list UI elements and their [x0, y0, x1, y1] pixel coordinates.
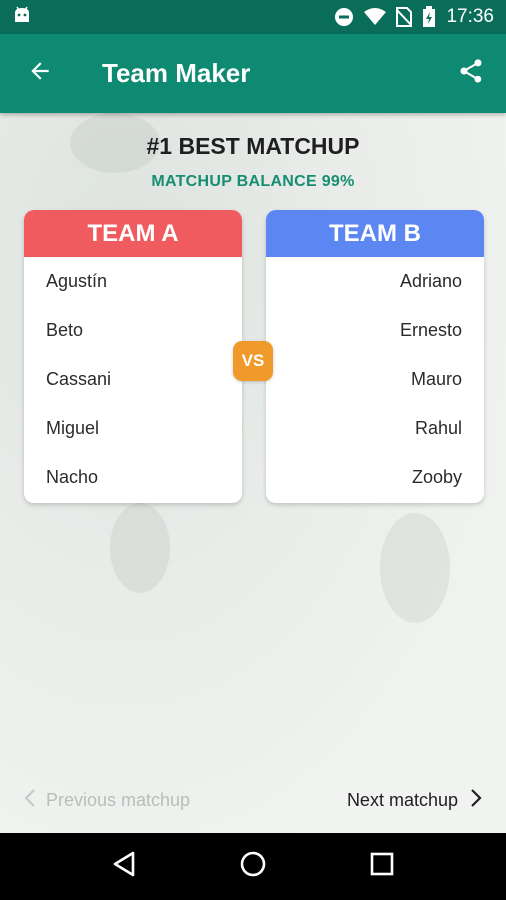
- matchup-navigation: Previous matchup Next matchup: [0, 775, 506, 825]
- nav-home-icon: [239, 850, 267, 883]
- share-icon: [457, 57, 485, 90]
- status-time: 17:36: [446, 6, 494, 27]
- chevron-right-icon: [470, 788, 482, 812]
- team-b-card: TEAM B Adriano Ernesto Mauro Rahul Zooby: [266, 210, 484, 503]
- team-a-player: Cassani: [46, 369, 112, 389]
- team-a-player: Agustín: [46, 271, 108, 291]
- previous-matchup-label: Previous matchup: [46, 789, 191, 810]
- no-sim-icon: [396, 7, 413, 27]
- team-b-header: TEAM B: [266, 210, 484, 257]
- share-button[interactable]: [436, 34, 506, 113]
- android-icon: [12, 6, 32, 29]
- team-a-header: TEAM A: [24, 210, 242, 257]
- nav-back-icon: [111, 850, 137, 883]
- next-matchup-button[interactable]: Next matchup: [347, 775, 482, 825]
- content-area: #1 BEST MATCHUP MATCHUP BALANCE 99% TEAM…: [0, 113, 506, 833]
- team-b-player: Ernesto: [399, 320, 462, 340]
- vs-badge: VS: [233, 341, 273, 381]
- back-button[interactable]: [0, 34, 80, 113]
- chevron-left-icon: [24, 788, 36, 812]
- dnd-icon: [334, 7, 354, 27]
- matchup-title: #1 BEST MATCHUP: [146, 133, 360, 159]
- nav-recents-icon: [370, 852, 394, 881]
- wifi-icon: [364, 8, 387, 26]
- background-decoration: [380, 513, 450, 623]
- team-a-card: TEAM A Agustín Beto Cassani Miguel Nacho: [24, 210, 242, 503]
- team-a-player: Nacho: [46, 467, 99, 487]
- app-bar: Team Maker: [0, 34, 506, 113]
- nav-back-button[interactable]: [94, 837, 154, 897]
- team-b-player: Zooby: [411, 467, 462, 487]
- battery-icon: [422, 6, 436, 28]
- nav-recents-button[interactable]: [352, 837, 412, 897]
- matchup-balance: MATCHUP BALANCE 99%: [151, 173, 355, 190]
- system-navigation-bar: [0, 833, 506, 900]
- background-decoration: [110, 503, 170, 593]
- team-b-player: Adriano: [399, 271, 462, 291]
- nav-home-button[interactable]: [223, 837, 283, 897]
- previous-matchup-button[interactable]: Previous matchup: [24, 775, 190, 825]
- status-bar: 17:36: [0, 0, 506, 34]
- app-title: Team Maker: [102, 58, 251, 88]
- team-b-player: Mauro: [410, 369, 462, 389]
- back-arrow-icon: [27, 58, 53, 89]
- next-matchup-label: Next matchup: [346, 789, 458, 810]
- team-b-player: Rahul: [414, 418, 462, 438]
- team-a-player: Beto: [46, 320, 84, 340]
- team-a-player: Miguel: [46, 418, 100, 438]
